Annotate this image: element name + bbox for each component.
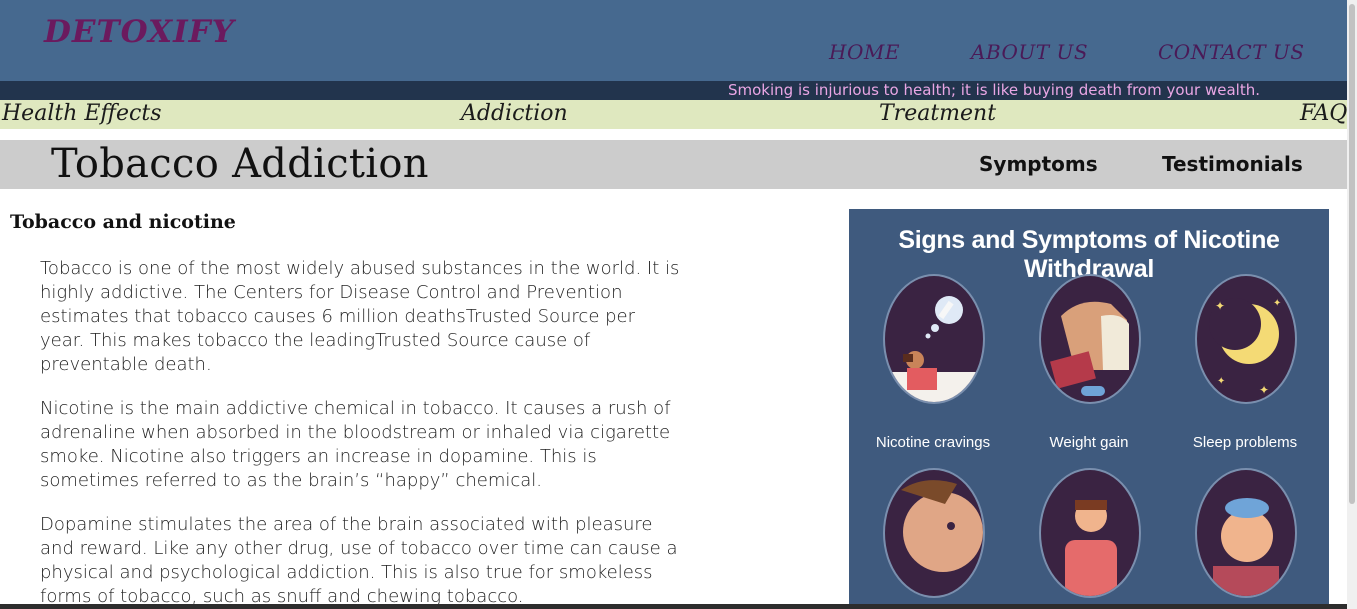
nav-about-us-link[interactable]: ABOUT US: [971, 40, 1088, 64]
title-bar: Tobacco Addiction Symptoms Testimonials: [0, 140, 1347, 189]
caption-sleep-problems: Sleep problems: [1192, 434, 1298, 451]
marquee-text: Smoking is injurious to health; it is li…: [728, 81, 1260, 99]
stressed-person-illustration-icon: [1039, 468, 1141, 598]
caption-nicotine-cravings: Nicotine cravings: [875, 434, 991, 451]
site-header: DETOXIFY HOME ABOUT US CONTACT US: [0, 0, 1347, 81]
page-title: Tobacco Addiction: [51, 141, 429, 187]
moon-stars-illustration-icon: ✦ ✦ ✦ ✦: [1195, 274, 1297, 404]
horizontal-scrollbar[interactable]: [0, 604, 1347, 609]
symptoms-link[interactable]: Symptoms: [979, 152, 1098, 176]
subnav-faq-link[interactable]: FAQ: [1300, 101, 1347, 126]
svg-text:✦: ✦: [1217, 376, 1225, 387]
scrollbar-thumb[interactable]: [1349, 4, 1355, 504]
fatigued-face-illustration-icon: [883, 468, 985, 598]
paragraph-nicotine: Nicotine is the main addictive chemical …: [40, 398, 671, 491]
sick-person-illustration-icon: [1195, 468, 1297, 598]
subnav-treatment-link[interactable]: Treatment: [879, 101, 996, 126]
subnav-addiction-link[interactable]: Addiction: [461, 101, 568, 126]
paragraph-tobacco: Tobacco is one of the most widely abused…: [40, 258, 680, 375]
subnav-health-effects-link[interactable]: Health Effects: [2, 101, 161, 126]
svg-text:✦: ✦: [1215, 299, 1225, 313]
sub-nav: Health Effects Addiction Treatment FAQ: [0, 100, 1347, 129]
nav-home-link[interactable]: HOME: [829, 40, 900, 64]
smoking-person-illustration-icon: [883, 274, 985, 404]
bread-candy-illustration-icon: [1039, 274, 1141, 404]
marquee-bar: Smoking is injurious to health; it is li…: [0, 81, 1347, 100]
paragraph-dopamine: Dopamine stimulates the area of the brai…: [40, 514, 678, 607]
testimonials-link[interactable]: Testimonials: [1162, 152, 1303, 176]
svg-text:✦: ✦: [1259, 383, 1269, 397]
nav-contact-us-link[interactable]: CONTACT US: [1158, 40, 1304, 64]
svg-text:✦: ✦: [1273, 298, 1281, 309]
section-heading: Tobacco and nicotine: [10, 211, 236, 233]
withdrawal-infographic: Signs and Symptoms of Nicotine Withdrawa…: [849, 209, 1329, 609]
caption-weight-gain: Weight gain: [1049, 434, 1129, 451]
site-logo[interactable]: DETOXIFY: [44, 14, 235, 50]
